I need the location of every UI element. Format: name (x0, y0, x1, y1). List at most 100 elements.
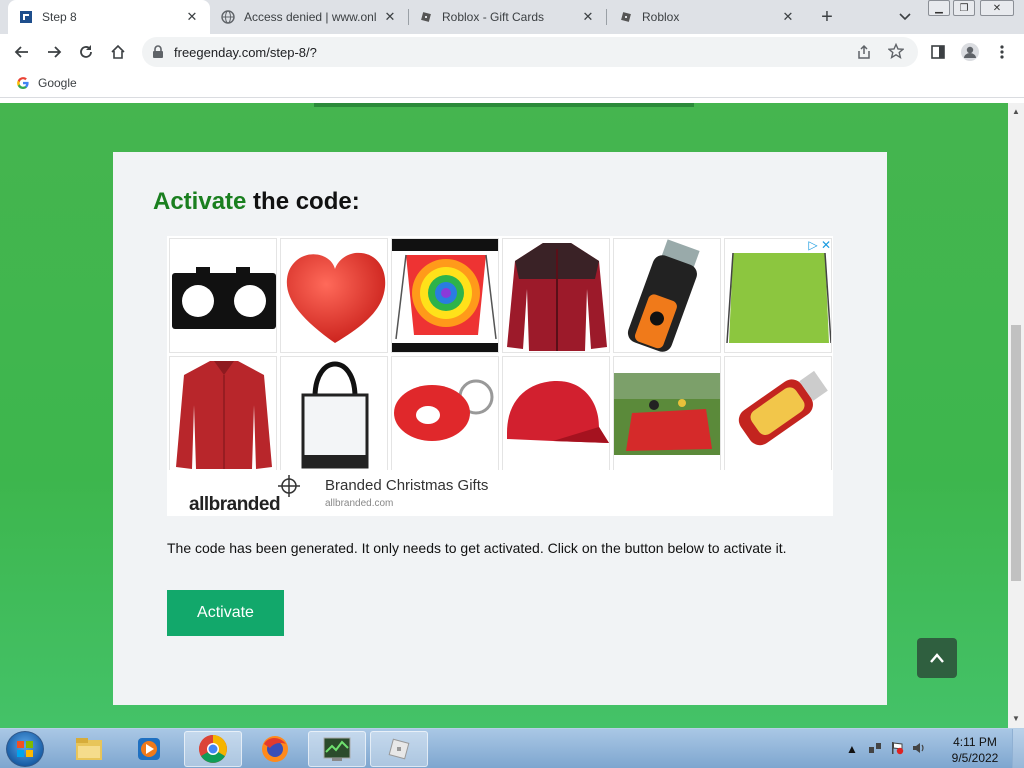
title-accent: Activate (153, 188, 247, 215)
clear-tote-image (301, 361, 369, 469)
home-icon[interactable] (106, 40, 130, 64)
tab-roblox-gift-cards[interactable]: Roblox - Gift Cards ✕ (408, 0, 606, 34)
ad-product-jacket[interactable] (502, 238, 610, 353)
ad-footer[interactable]: allbranded Branded Christmas Gifts allbr… (167, 470, 833, 516)
green-bag-image (726, 252, 831, 344)
volume-icon[interactable] (912, 741, 926, 758)
scroll-up-arrow-icon[interactable]: ▲ (1012, 107, 1020, 116)
roblox-icon (618, 9, 634, 25)
taskbar-file-explorer[interactable] (60, 731, 118, 767)
taskbar-clock[interactable]: 4:11 PM 9/5/2022 (945, 734, 1005, 766)
clock-date: 9/5/2022 (951, 751, 999, 765)
scroll-to-top-button[interactable] (917, 638, 957, 678)
top-decorative-strip (314, 103, 694, 107)
roblox-icon (388, 738, 410, 760)
page-scrollbar[interactable]: ▲ ▼ (1008, 103, 1024, 728)
instruction-text: The code has been generated. It only nee… (167, 540, 787, 556)
tab-title: Step 8 (42, 10, 77, 24)
close-tab-icon[interactable]: ✕ (382, 9, 398, 25)
taskbar-firefox[interactable] (246, 731, 304, 767)
ad-product-clear-tote[interactable] (280, 356, 388, 471)
taskbar-task-manager[interactable] (308, 731, 366, 767)
bookmark-label: Google (38, 76, 77, 90)
ad-brand-logo: allbranded (189, 494, 281, 515)
start-button[interactable] (6, 731, 44, 767)
folder-icon (76, 738, 102, 760)
picnic-blanket-image (614, 373, 720, 455)
close-tab-icon[interactable]: ✕ (580, 9, 596, 25)
system-tray: ▲ (846, 729, 926, 768)
scroll-down-arrow-icon[interactable]: ▼ (1012, 714, 1020, 723)
reload-icon[interactable] (74, 40, 98, 64)
chevron-up-icon (930, 653, 944, 663)
close-window-button[interactable]: ✕ (980, 0, 1014, 16)
minimize-button[interactable]: ▁ (928, 0, 950, 16)
close-tab-icon[interactable]: ✕ (184, 9, 200, 25)
tab-access-denied[interactable]: Access denied | www.onl ✕ (210, 0, 408, 34)
browser-toolbar: freegenday.com/step-8/? (0, 34, 1024, 70)
bookmark-google[interactable]: Google (16, 76, 77, 90)
show-desktop-button[interactable] (1012, 729, 1024, 768)
ad-product-red-usb[interactable] (724, 356, 832, 471)
page-title: Activate the code: (153, 188, 360, 216)
lock-icon[interactable] (152, 45, 164, 64)
ad-product-keychain-opener[interactable] (391, 356, 499, 471)
bookmarks-bar: Google (0, 70, 1024, 98)
ad-product-red-cap[interactable] (502, 356, 610, 471)
content-card: Activate the code: ▷ ✕ allbranded Brande… (113, 152, 887, 705)
show-hidden-icons-icon[interactable]: ▲ (846, 742, 858, 756)
page-viewport: Activate the code: ▷ ✕ allbranded Brande… (0, 103, 1008, 728)
jacket-image (507, 243, 607, 351)
ad-product-picnic-blanket[interactable] (613, 356, 721, 471)
ad-product-vr-viewer[interactable] (169, 238, 277, 353)
url-text: freegenday.com/step-8/? (174, 45, 317, 60)
ad-product-heart-stress-ball[interactable] (280, 238, 388, 353)
profile-avatar-icon[interactable] (958, 40, 982, 64)
windows-logo-icon (17, 741, 33, 757)
freegenday-favicon-icon (18, 9, 34, 25)
keychain-image (394, 379, 494, 441)
ad-product-red-shirt[interactable] (169, 356, 277, 471)
ad-product-tie-dye-bag[interactable] (391, 238, 499, 353)
network-icon[interactable] (868, 741, 882, 758)
tab-title: Roblox - Gift Cards (442, 10, 545, 24)
red-cap-image (507, 381, 609, 443)
side-panel-icon[interactable] (926, 40, 950, 64)
vr-viewer-image (172, 267, 276, 329)
adchoices-close-icon[interactable]: ▷ ✕ (808, 238, 831, 252)
taskbar-media-player[interactable] (120, 731, 178, 767)
red-shirt-image (176, 361, 272, 469)
activate-button[interactable]: Activate (167, 590, 284, 636)
action-center-flag-icon[interactable] (890, 741, 904, 758)
tie-dye-bag-image (392, 251, 498, 343)
crosshair-logo-icon (277, 474, 301, 498)
taskbar-chrome[interactable] (184, 731, 242, 767)
ad-product-usb-drive[interactable] (613, 238, 721, 353)
scrollbar-thumb[interactable] (1011, 325, 1021, 581)
tab-strip: Step 8 ✕ Access denied | www.onl ✕ Roblo… (0, 0, 1024, 34)
forward-arrow-icon[interactable] (42, 40, 66, 64)
address-bar[interactable]: freegenday.com/step-8/? (142, 37, 918, 67)
chrome-icon (199, 735, 227, 763)
globe-icon (220, 9, 236, 25)
windows-taskbar: ▲ 4:11 PM 9/5/2022 (0, 728, 1024, 768)
advertisement[interactable]: ▷ ✕ allbranded Branded Christmas Gifts a… (167, 236, 833, 516)
title-rest: the code: (246, 188, 360, 215)
firefox-icon (262, 736, 288, 762)
bookmark-star-icon[interactable] (887, 42, 905, 64)
back-arrow-icon[interactable] (10, 40, 34, 64)
share-icon[interactable] (856, 44, 872, 65)
close-tab-icon[interactable]: ✕ (780, 9, 796, 25)
tab-step-8[interactable]: Step 8 ✕ (8, 0, 210, 34)
ad-product-drawstring-bag[interactable] (724, 238, 832, 353)
tab-title: Roblox (642, 10, 680, 24)
more-menu-icon[interactable] (990, 40, 1014, 64)
tab-search-chevron-icon[interactable] (896, 8, 914, 26)
taskbar-roblox[interactable] (370, 731, 428, 767)
tab-roblox[interactable]: Roblox ✕ (608, 0, 806, 34)
tab-title: Access denied | www.onl (244, 10, 377, 24)
new-tab-button[interactable]: + (816, 6, 838, 28)
clock-time: 4:11 PM (953, 735, 997, 749)
ad-headline[interactable]: Branded Christmas Gifts (325, 477, 488, 494)
restore-button[interactable]: ❐ (953, 0, 975, 16)
